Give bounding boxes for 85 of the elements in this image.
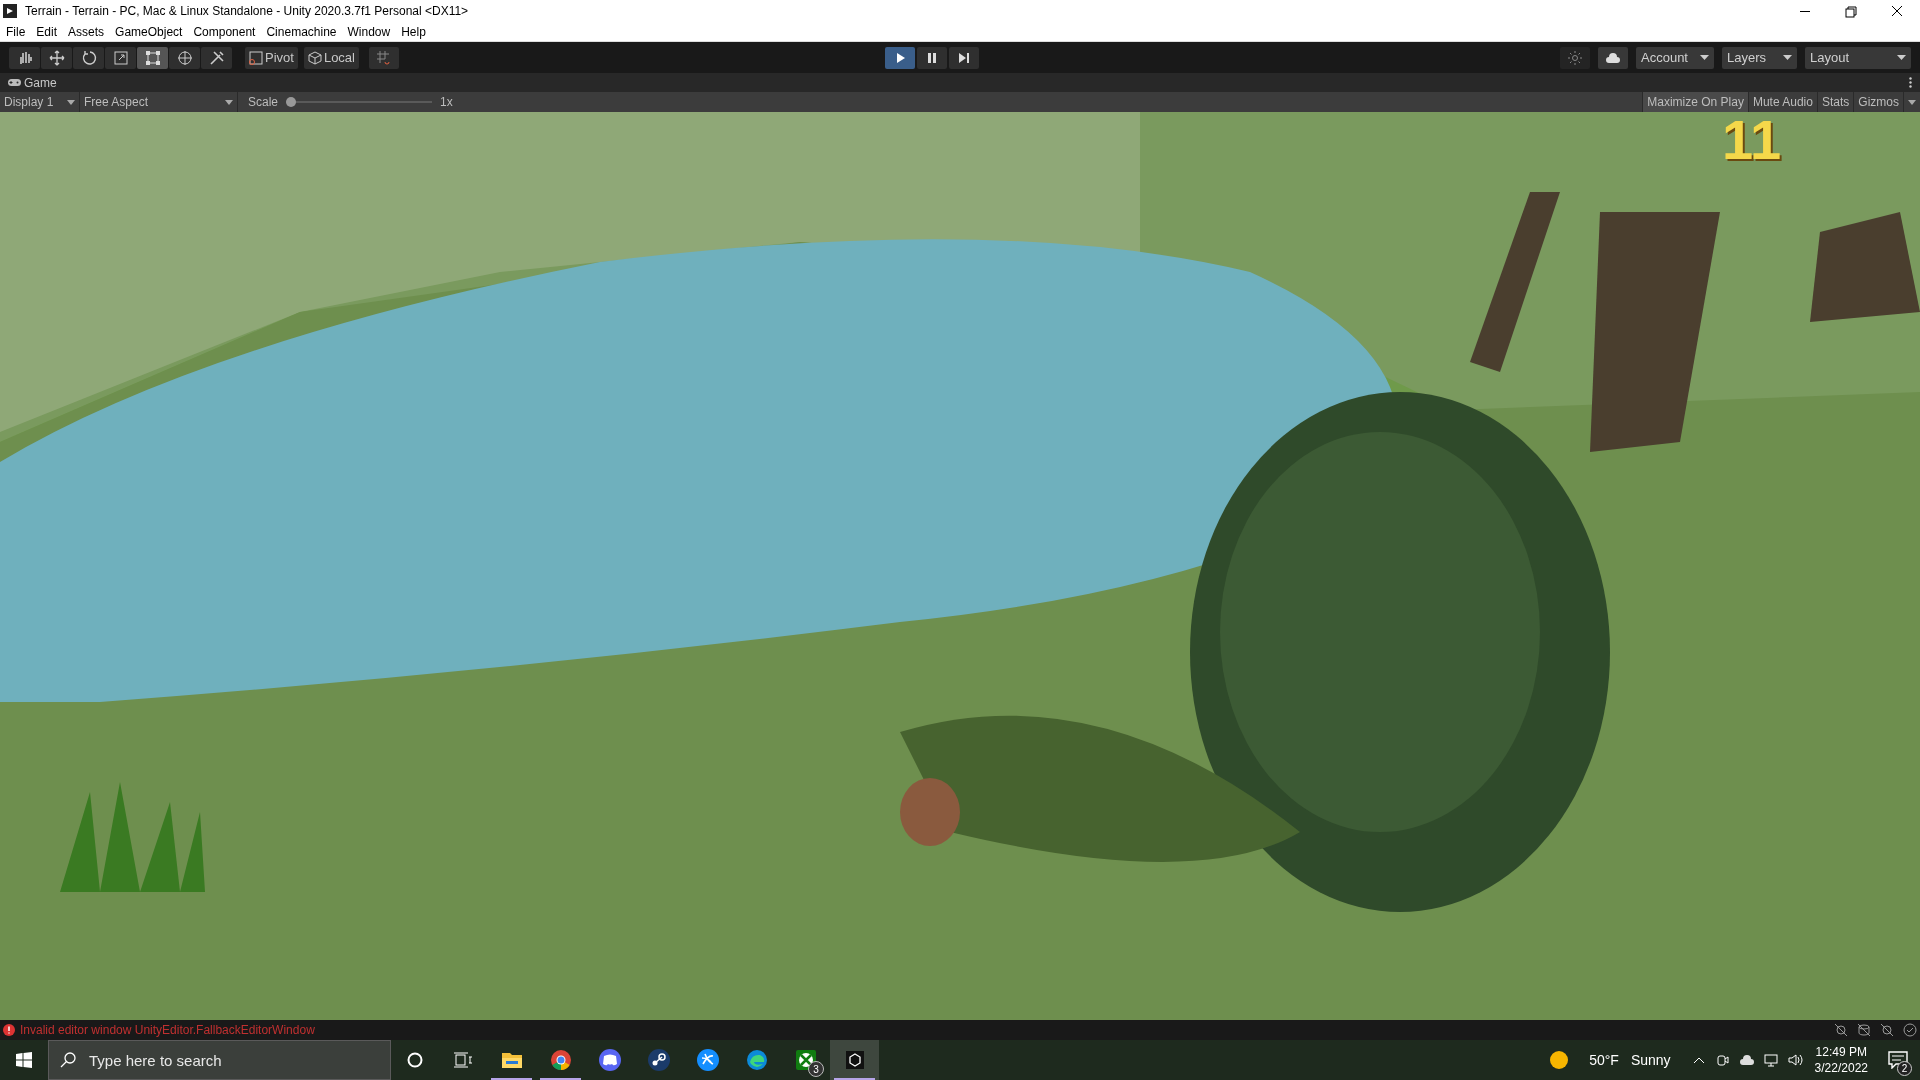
lighting-button[interactable] bbox=[1560, 46, 1590, 69]
caret-icon bbox=[67, 99, 75, 105]
menu-item[interactable]: Component bbox=[189, 22, 260, 41]
custom-tool-button[interactable] bbox=[201, 46, 232, 69]
weather-widget[interactable]: 50°F Sunny bbox=[1543, 1040, 1677, 1080]
volume-icon bbox=[1786, 1052, 1803, 1068]
grid-snap-button[interactable] bbox=[369, 46, 399, 69]
sun-icon bbox=[1549, 1050, 1570, 1070]
taskbar-app-button[interactable] bbox=[830, 1040, 879, 1080]
notification-badge: 3 bbox=[808, 1061, 824, 1077]
transform-tool-button[interactable] bbox=[169, 46, 200, 69]
caret-icon bbox=[225, 99, 233, 105]
game-tab[interactable]: Game bbox=[8, 73, 57, 92]
taskbar-clock[interactable]: 12:49 PM 3/22/2022 bbox=[1806, 1040, 1876, 1080]
cube-icon bbox=[307, 50, 322, 65]
browser-icon bbox=[548, 1048, 573, 1072]
meet-icon bbox=[1714, 1052, 1731, 1068]
steam-icon bbox=[646, 1048, 671, 1072]
transform-icon bbox=[175, 48, 194, 67]
play-button[interactable] bbox=[885, 46, 915, 69]
cloud-button[interactable] bbox=[1598, 46, 1628, 69]
unity-logo-icon bbox=[3, 4, 17, 18]
chat-icon bbox=[597, 1048, 622, 1072]
error-icon bbox=[3, 1024, 15, 1036]
more-options-icon bbox=[1909, 77, 1912, 88]
pivot-button[interactable]: Pivot bbox=[245, 46, 298, 69]
gamepad-icon bbox=[8, 78, 21, 87]
cloud-icon bbox=[1738, 1052, 1755, 1068]
cache-icon bbox=[1857, 1023, 1871, 1037]
scale-label: Scale bbox=[248, 94, 279, 111]
view-toggle[interactable]: Maximize On Play bbox=[1642, 92, 1748, 112]
more-options-button[interactable] bbox=[1909, 77, 1912, 88]
scale-reading: 1x bbox=[440, 94, 453, 111]
xbox-icon bbox=[793, 1048, 818, 1072]
menu-item[interactable]: Cinemachine bbox=[262, 22, 341, 41]
restore-icon bbox=[1843, 4, 1859, 18]
scale-slider[interactable] bbox=[286, 97, 433, 107]
minimize-icon bbox=[1800, 10, 1810, 12]
taskbar-app-button[interactable]: 3 bbox=[781, 1040, 830, 1080]
caret-icon bbox=[1783, 54, 1792, 61]
caret-icon bbox=[1700, 54, 1709, 61]
circle-icon bbox=[407, 1052, 423, 1068]
menu-item[interactable]: Assets bbox=[64, 22, 109, 41]
notification-count: 2 bbox=[1897, 1061, 1912, 1076]
menu-item[interactable]: Edit bbox=[32, 22, 62, 41]
window-title: Terrain - Terrain - PC, Mac & Linux Standalone - Unity 2020.3.7f1 Personal <DX11> bbox=[25, 3, 469, 20]
windows-logo-icon bbox=[16, 1052, 32, 1068]
scale-tool-button[interactable] bbox=[105, 46, 136, 69]
check-icon bbox=[1903, 1023, 1917, 1037]
close-icon bbox=[1889, 4, 1905, 18]
step-button[interactable] bbox=[949, 46, 979, 69]
notifications-button[interactable]: 2 bbox=[1876, 1040, 1920, 1080]
menu-item[interactable]: Help bbox=[397, 22, 430, 41]
rect-tool-button[interactable] bbox=[137, 46, 168, 69]
menu-item[interactable]: Window bbox=[343, 22, 395, 41]
toolbar-dropdown[interactable]: Layout bbox=[1805, 46, 1911, 69]
caret-icon bbox=[1897, 54, 1906, 61]
hand-tool-button[interactable] bbox=[9, 46, 40, 69]
move-tool-button[interactable] bbox=[41, 46, 72, 69]
scale-icon bbox=[111, 48, 130, 67]
network-icon bbox=[1762, 1052, 1779, 1068]
score-counter: 11 bbox=[1722, 112, 1782, 168]
slider-thumb[interactable] bbox=[286, 97, 297, 107]
cloud-icon bbox=[1605, 51, 1621, 64]
caret-icon bbox=[1908, 99, 1916, 105]
toolbar-dropdown[interactable]: Layers bbox=[1722, 46, 1797, 69]
network-icon bbox=[1880, 1023, 1894, 1037]
menu-item[interactable]: GameObject bbox=[111, 22, 187, 41]
local-button[interactable]: Local bbox=[303, 46, 359, 69]
search-field[interactable]: Type here to search bbox=[48, 1040, 391, 1080]
pause-button[interactable] bbox=[917, 46, 947, 69]
launcher-icon bbox=[695, 1048, 720, 1072]
sun-icon bbox=[1568, 50, 1582, 65]
task-view-icon bbox=[454, 1052, 472, 1068]
status-message: Invalid editor window UnityEditor.FallbackEditorWindow bbox=[20, 1022, 315, 1039]
move-arrows-icon bbox=[47, 48, 66, 67]
search-icon bbox=[60, 1052, 76, 1068]
pivot-icon bbox=[249, 50, 263, 65]
grid-icon bbox=[376, 49, 392, 66]
rect-icon bbox=[143, 48, 162, 67]
rotate-tool-button[interactable] bbox=[73, 46, 104, 69]
edge-browser-icon bbox=[744, 1048, 769, 1072]
debug-icon bbox=[1834, 1023, 1848, 1037]
menu-item[interactable]: File bbox=[2, 22, 30, 41]
toolbar-dropdown[interactable]: Account bbox=[1636, 46, 1714, 69]
